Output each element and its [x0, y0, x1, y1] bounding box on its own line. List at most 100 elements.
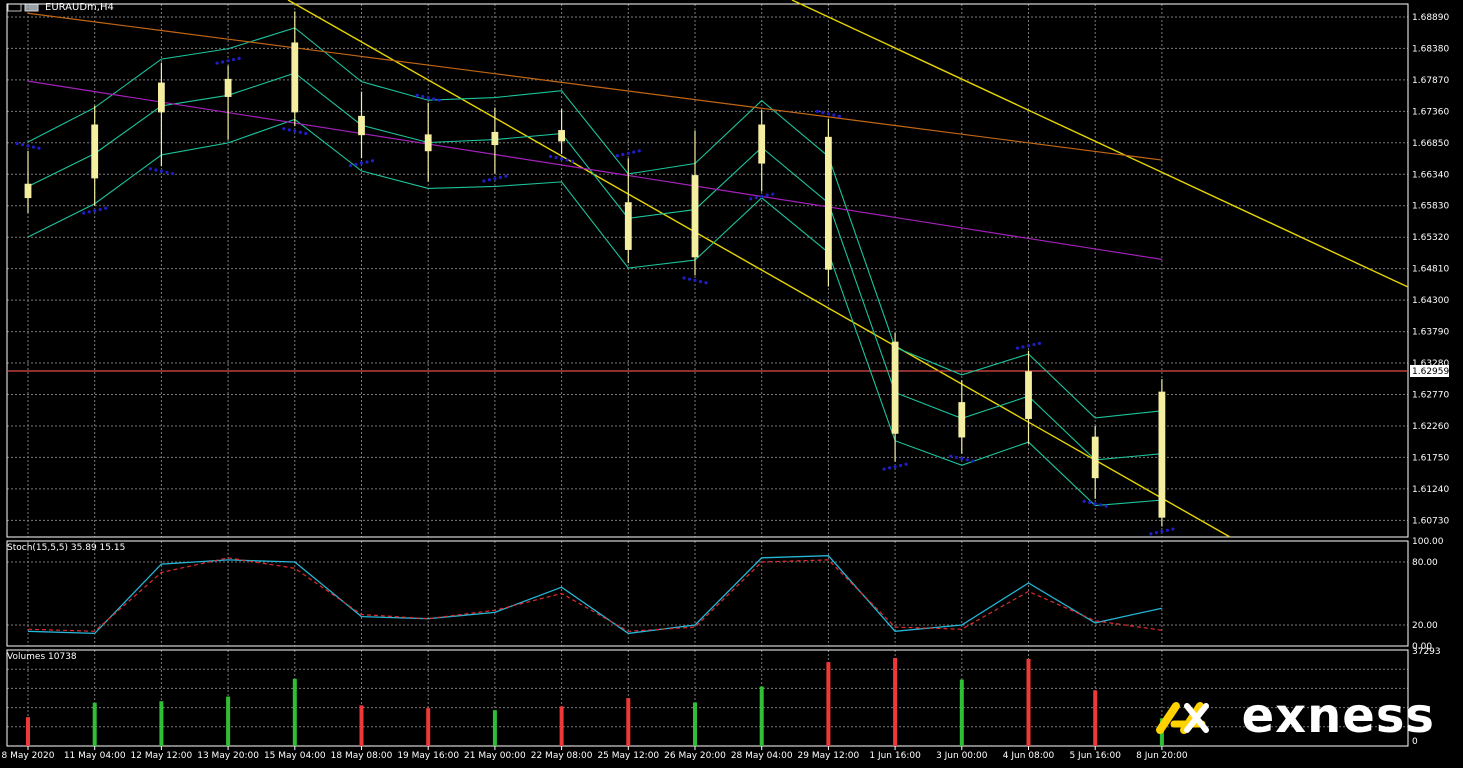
candle-body: [424, 134, 432, 152]
candle-body: [1158, 391, 1166, 518]
parabolic-sar-dot: [637, 149, 641, 153]
chart-canvas[interactable]: EURAUDm,H4 1.688901.683801.678701.673601…: [0, 0, 1463, 768]
time-axis-label: 5 Jun 16:00: [1069, 751, 1121, 761]
price-axis-tick: 1.68380: [1412, 44, 1449, 54]
volume-bar: [292, 678, 297, 746]
parabolic-sar-dot: [1015, 346, 1020, 350]
time-axis-label: 26 May 20:00: [664, 751, 726, 761]
volume-bar: [693, 702, 697, 746]
candle-body: [958, 402, 966, 438]
parabolic-sar-dot: [621, 152, 625, 157]
parabolic-sar-dot: [359, 161, 364, 165]
parabolic-sar-dot: [949, 454, 953, 458]
current-price-label: 1.62959: [1412, 367, 1449, 377]
parabolic-sar-dot: [754, 196, 758, 200]
volume-bar: [26, 717, 30, 746]
volume-bar: [826, 662, 831, 746]
time-axis-label: 3 Jun 00:00: [936, 751, 988, 761]
parabolic-sar-dot: [1099, 503, 1103, 507]
parabolic-sar-dot: [615, 154, 619, 158]
stochastic-axis-tick: 80.00: [1412, 558, 1438, 568]
stochastic-axis-tick: 20.00: [1412, 621, 1438, 631]
candle-body: [157, 82, 165, 113]
candle-body: [491, 131, 499, 146]
parabolic-sar-dot: [1037, 341, 1042, 345]
candle-body: [624, 202, 632, 250]
parabolic-sar-dot: [482, 179, 486, 183]
time-axis-label: 13 May 20:00: [197, 751, 259, 761]
exness-wordmark: exness: [1241, 688, 1435, 744]
candle-body: [1025, 371, 1032, 419]
chart-window: EURAUDm,H4 1.68890 1.68380 1.67870 1.67360 1…: [0, 0, 1463, 768]
parabolic-sar-dot: [1088, 500, 1092, 505]
parabolic-sar-dot: [415, 93, 419, 97]
parabolic-sar-dot: [954, 455, 958, 460]
price-axis-tick: 1.64300: [1412, 296, 1449, 306]
parabolic-sar-dot: [1154, 531, 1158, 535]
price-axis-tick: 1.65830: [1412, 202, 1449, 212]
parabolic-sar-dot: [632, 150, 636, 154]
time-axis-label: 22 May 08:00: [531, 751, 593, 761]
candle-body: [91, 124, 99, 179]
window-icon: [7, 3, 22, 12]
parabolic-sar-dot: [370, 159, 375, 163]
stochastic-signal-line: [27, 557, 1162, 632]
parabolic-sar-dot: [554, 156, 558, 160]
parabolic-sar-dot: [698, 279, 703, 284]
parabolic-sar-dot: [965, 458, 969, 462]
parabolic-sar-dot: [971, 459, 975, 463]
parabolic-sar-dot: [226, 59, 230, 63]
parabolic-sar-dot: [821, 111, 825, 115]
trendline-upper[interactable]: [791, 0, 1409, 288]
parabolic-sar-dot: [815, 109, 820, 114]
parabolic-sar-dot: [899, 463, 903, 468]
volume-bar: [159, 701, 164, 746]
time-axis-label: 21 May 00:00: [464, 751, 526, 761]
time-axis-label: 28 May 04:00: [731, 751, 793, 761]
moving-average-brown: [27, 12, 1162, 161]
parabolic-sar-dot: [771, 192, 775, 196]
stochastic-axis-tick: 100.00: [1412, 537, 1444, 547]
time-axis-label: 1 Jun 16:00: [869, 751, 921, 761]
volume-bar: [1093, 690, 1098, 746]
parabolic-sar-dot: [1026, 344, 1031, 348]
parabolic-sar-dot: [98, 207, 102, 212]
parabolic-sar-dot: [1171, 527, 1175, 531]
price-axis-tick: 1.63790: [1412, 328, 1449, 338]
time-axis-label: 29 May 12:00: [798, 751, 860, 761]
volume-bar: [226, 696, 231, 746]
parabolic-sar-dot: [348, 163, 353, 168]
time-axis-label: 19 May 16:00: [397, 751, 459, 761]
parabolic-sar-dot: [437, 98, 441, 102]
candle-body: [224, 78, 232, 97]
parabolic-sar-dot: [687, 277, 692, 281]
parabolic-sar-dot: [1165, 528, 1169, 532]
price-axis-tick: 1.60730: [1412, 516, 1449, 526]
time-axis-label: 15 May 04:00: [264, 751, 326, 761]
parabolic-sar-dot: [1021, 345, 1025, 349]
parabolic-sar-dot: [31, 145, 36, 149]
parabolic-sar-dot: [154, 168, 158, 172]
parabolic-sar-dot: [148, 167, 152, 171]
volume-bar: [1026, 658, 1031, 746]
bollinger-lower-band: [27, 118, 1162, 507]
parabolic-sar-dot: [826, 112, 831, 116]
volume-bar: [893, 657, 898, 746]
parabolic-sar-dot: [704, 281, 708, 285]
price-axis-tick: 1.65320: [1412, 233, 1449, 243]
parabolic-sar-dot: [293, 129, 297, 133]
price-axis-tick: 1.66850: [1412, 139, 1449, 149]
stochastic-label: Stoch(15,5,5) 35.89 15.15: [7, 543, 125, 553]
volume-bar: [92, 702, 97, 746]
parabolic-sar-dot: [693, 278, 697, 282]
stoch-panel-frame: [6, 540, 1409, 647]
parabolic-sar-dot: [888, 466, 892, 470]
candle-body: [558, 130, 565, 142]
candle-body: [825, 136, 832, 270]
volume-label: Volumes 10738: [7, 652, 77, 662]
time-axis-label: 8 Jun 20:00: [1136, 751, 1188, 761]
price-axis-tick: 1.64810: [1412, 265, 1449, 275]
parabolic-sar-dot: [37, 146, 41, 150]
parabolic-sar-dot: [1032, 342, 1036, 347]
parabolic-sar-dot: [882, 467, 886, 471]
